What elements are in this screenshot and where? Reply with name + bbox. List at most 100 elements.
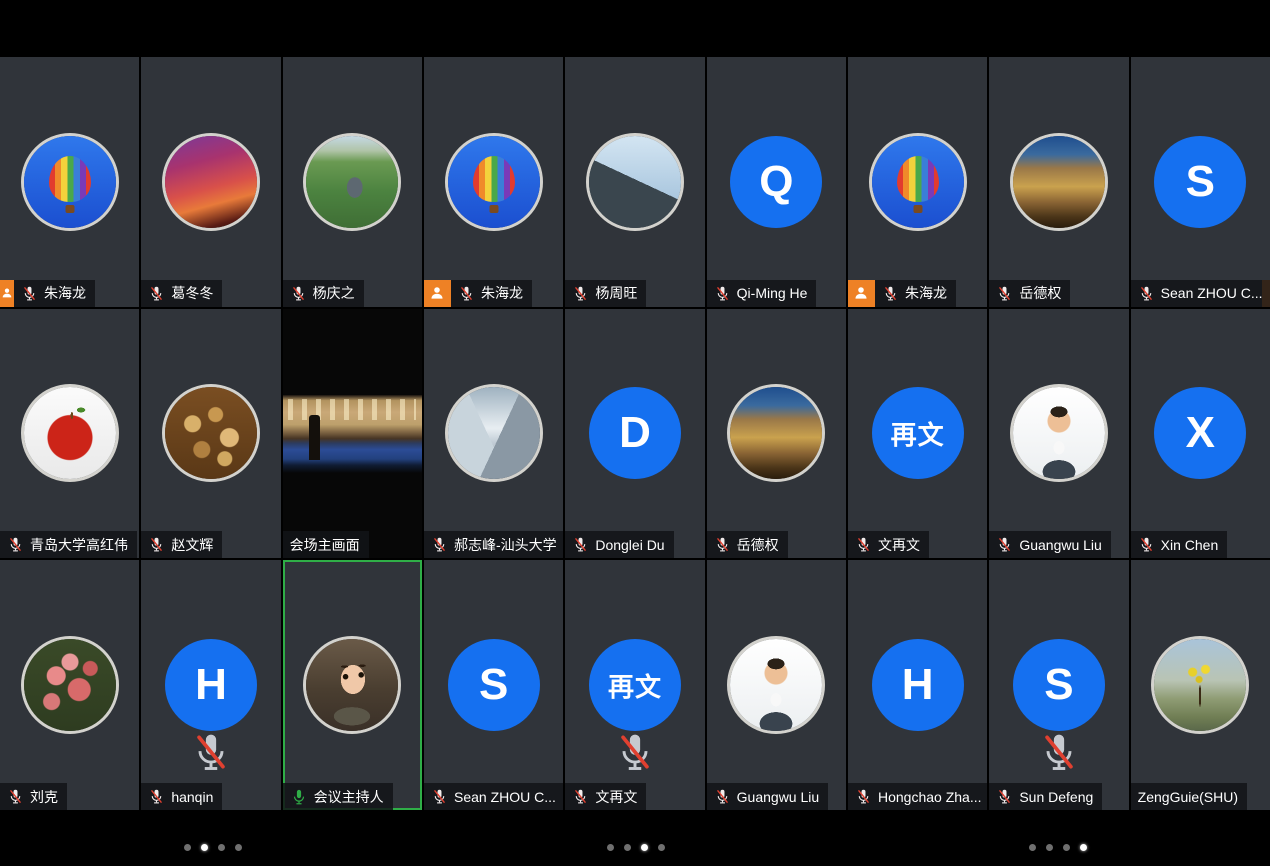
participant-tile[interactable]: S Sean ZHOU C... <box>424 560 563 810</box>
participant-tile[interactable]: ZengGuie(SHU) <box>1131 560 1270 810</box>
name-bar: 会议主持人 <box>283 783 393 810</box>
name-bar: 文再文 <box>565 783 646 810</box>
participant-tile[interactable]: 朱海龙 <box>0 57 139 307</box>
page-dots-group <box>1029 844 1087 851</box>
page-dot[interactable] <box>1063 844 1070 851</box>
mic-muted-icon <box>996 536 1013 553</box>
participant-name: hanqin <box>171 789 213 805</box>
mic-muted-below-icon <box>189 730 233 779</box>
participant-tile[interactable]: 赵文辉 <box>141 309 280 559</box>
page-dot[interactable] <box>607 844 614 851</box>
name-label-row: 刘克 <box>0 783 67 810</box>
avatar: Q <box>730 136 822 228</box>
participant-tile[interactable]: 朱海龙 <box>848 57 987 307</box>
page-dot-active[interactable] <box>1080 844 1087 851</box>
participant-tile[interactable]: Q Qi-Ming He <box>707 57 846 307</box>
participant-tile[interactable]: 刘克 <box>0 560 139 810</box>
balloon-basket <box>913 205 922 213</box>
name-bar: 赵文辉 <box>141 531 222 558</box>
participant-tile[interactable]: 岳德权 <box>989 57 1128 307</box>
name-label-row: 朱海龙 <box>848 280 956 307</box>
avatar <box>306 639 398 731</box>
participant-tile[interactable]: S Sun Defeng <box>989 560 1128 810</box>
avatar <box>1013 387 1105 479</box>
mic-muted-icon <box>21 285 38 302</box>
participant-name: 朱海龙 <box>905 283 947 303</box>
page-dots-group <box>184 844 242 851</box>
page-dot[interactable] <box>1029 844 1036 851</box>
participant-tile[interactable]: Guangwu Liu <box>707 560 846 810</box>
mic-muted-icon <box>572 285 589 302</box>
participant-tile[interactable]: 青岛大学高红伟 <box>0 309 139 559</box>
mic-muted-icon <box>1138 536 1155 553</box>
name-bar: Guangwu Liu <box>989 531 1111 558</box>
participant-tile[interactable]: 再文 文再文 <box>848 309 987 559</box>
participant-name: Guangwu Liu <box>1019 537 1102 553</box>
participant-tile[interactable]: X Xin Chen <box>1131 309 1270 559</box>
name-bar: 青岛大学高红伟 <box>0 531 137 558</box>
participant-tile[interactable]: 杨周旺 <box>565 57 704 307</box>
name-bar: Hongchao Zha... <box>848 783 987 810</box>
mic-muted-icon <box>714 536 731 553</box>
page-dot-active[interactable] <box>201 844 208 851</box>
name-label-row: 杨周旺 <box>565 280 646 307</box>
name-bar: 岳德权 <box>707 531 788 558</box>
conference-room-video <box>283 395 422 473</box>
participant-tile[interactable]: H hanqin <box>141 560 280 810</box>
participant-name: Donglei Du <box>595 537 664 553</box>
standing-person <box>309 415 320 460</box>
mic-muted-icon <box>572 536 589 553</box>
participant-name: 郝志峰-汕头大学 <box>454 535 557 555</box>
user-badge-icon <box>424 280 451 307</box>
participant-tile[interactable]: S Sean ZHOU C... <box>1131 57 1270 307</box>
name-label-row: 葛冬冬 <box>141 280 222 307</box>
mic-muted-icon <box>290 285 307 302</box>
participant-tile[interactable]: H Hongchao Zha... <box>848 560 987 810</box>
participant-tile[interactable]: 会场主画面 <box>283 309 422 559</box>
name-bar: Sun Defeng <box>989 783 1102 810</box>
participant-tile[interactable]: 朱海龙 <box>424 57 563 307</box>
name-bar: 朱海龙 <box>451 280 532 307</box>
participant-tile[interactable]: 杨庆之 <box>283 57 422 307</box>
avatar: S <box>1013 639 1105 731</box>
page-dot[interactable] <box>235 844 242 851</box>
participant-name: Hongchao Zha... <box>878 789 982 805</box>
name-bar: 朱海龙 <box>14 280 95 307</box>
participant-name: 岳德权 <box>737 535 779 555</box>
name-bar: Qi-Ming He <box>707 280 817 307</box>
participant-name: 杨周旺 <box>595 283 637 303</box>
name-bar: 刘克 <box>0 783 67 810</box>
avatar: 再文 <box>589 639 681 731</box>
name-label-row: 赵文辉 <box>141 531 222 558</box>
avatar: X <box>1154 387 1246 479</box>
participant-name: Sean ZHOU C... <box>1161 285 1263 301</box>
name-bar: Xin Chen <box>1131 531 1228 558</box>
mic-muted-icon <box>148 536 165 553</box>
page-dot[interactable] <box>218 844 225 851</box>
participant-tile[interactable]: 葛冬冬 <box>141 57 280 307</box>
mic-muted-icon <box>714 788 731 805</box>
participant-tile[interactable]: 再文 文再文 <box>565 560 704 810</box>
meeting-window: 朱海龙 葛冬冬 杨庆之 <box>0 0 1270 866</box>
meeting-grid: 朱海龙 葛冬冬 杨庆之 <box>0 57 1270 810</box>
name-label-row: 朱海龙 <box>0 280 95 307</box>
participant-tile[interactable]: 会议主持人 <box>283 560 422 810</box>
page-dot[interactable] <box>658 844 665 851</box>
participant-name: 赵文辉 <box>171 535 213 555</box>
page-dot[interactable] <box>184 844 191 851</box>
avatar <box>448 387 540 479</box>
name-bar: Guangwu Liu <box>707 783 829 810</box>
page-dot[interactable] <box>624 844 631 851</box>
participant-name: 杨庆之 <box>313 283 355 303</box>
participant-name: Sun Defeng <box>1019 789 1093 805</box>
participant-tile[interactable]: 郝志峰-汕头大学 <box>424 309 563 559</box>
participant-tile[interactable]: 岳德权 <box>707 309 846 559</box>
participant-name: 文再文 <box>595 787 637 807</box>
hot-air-balloon-graphic <box>49 156 91 202</box>
mic-muted-icon <box>431 788 448 805</box>
participant-name: 青岛大学高红伟 <box>30 535 128 555</box>
participant-tile[interactable]: D Donglei Du <box>565 309 704 559</box>
page-dot[interactable] <box>1046 844 1053 851</box>
page-dot-active[interactable] <box>641 844 648 851</box>
participant-tile[interactable]: Guangwu Liu <box>989 309 1128 559</box>
